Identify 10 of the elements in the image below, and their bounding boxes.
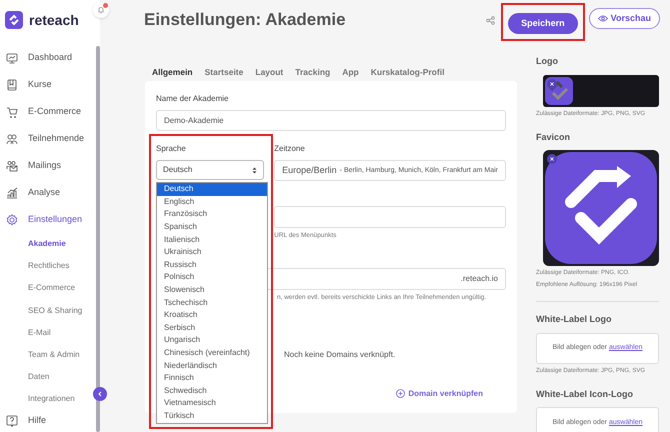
field-label: Sprache <box>156 143 187 156</box>
section-title: Favicon <box>536 130 572 144</box>
brand-name: reteach <box>29 10 79 30</box>
page-title: Einstellungen: Akademie <box>144 10 347 30</box>
field-label: Name der Akademie <box>156 93 230 106</box>
section-title: White-Label Logo <box>536 313 612 326</box>
field-label: Zeitzone <box>274 143 306 156</box>
section-title: White-Label Icon-Logo <box>536 388 634 401</box>
section-title: Logo <box>536 55 559 68</box>
empty-message: Noch keine Domains verknüpft. <box>284 348 396 361</box>
